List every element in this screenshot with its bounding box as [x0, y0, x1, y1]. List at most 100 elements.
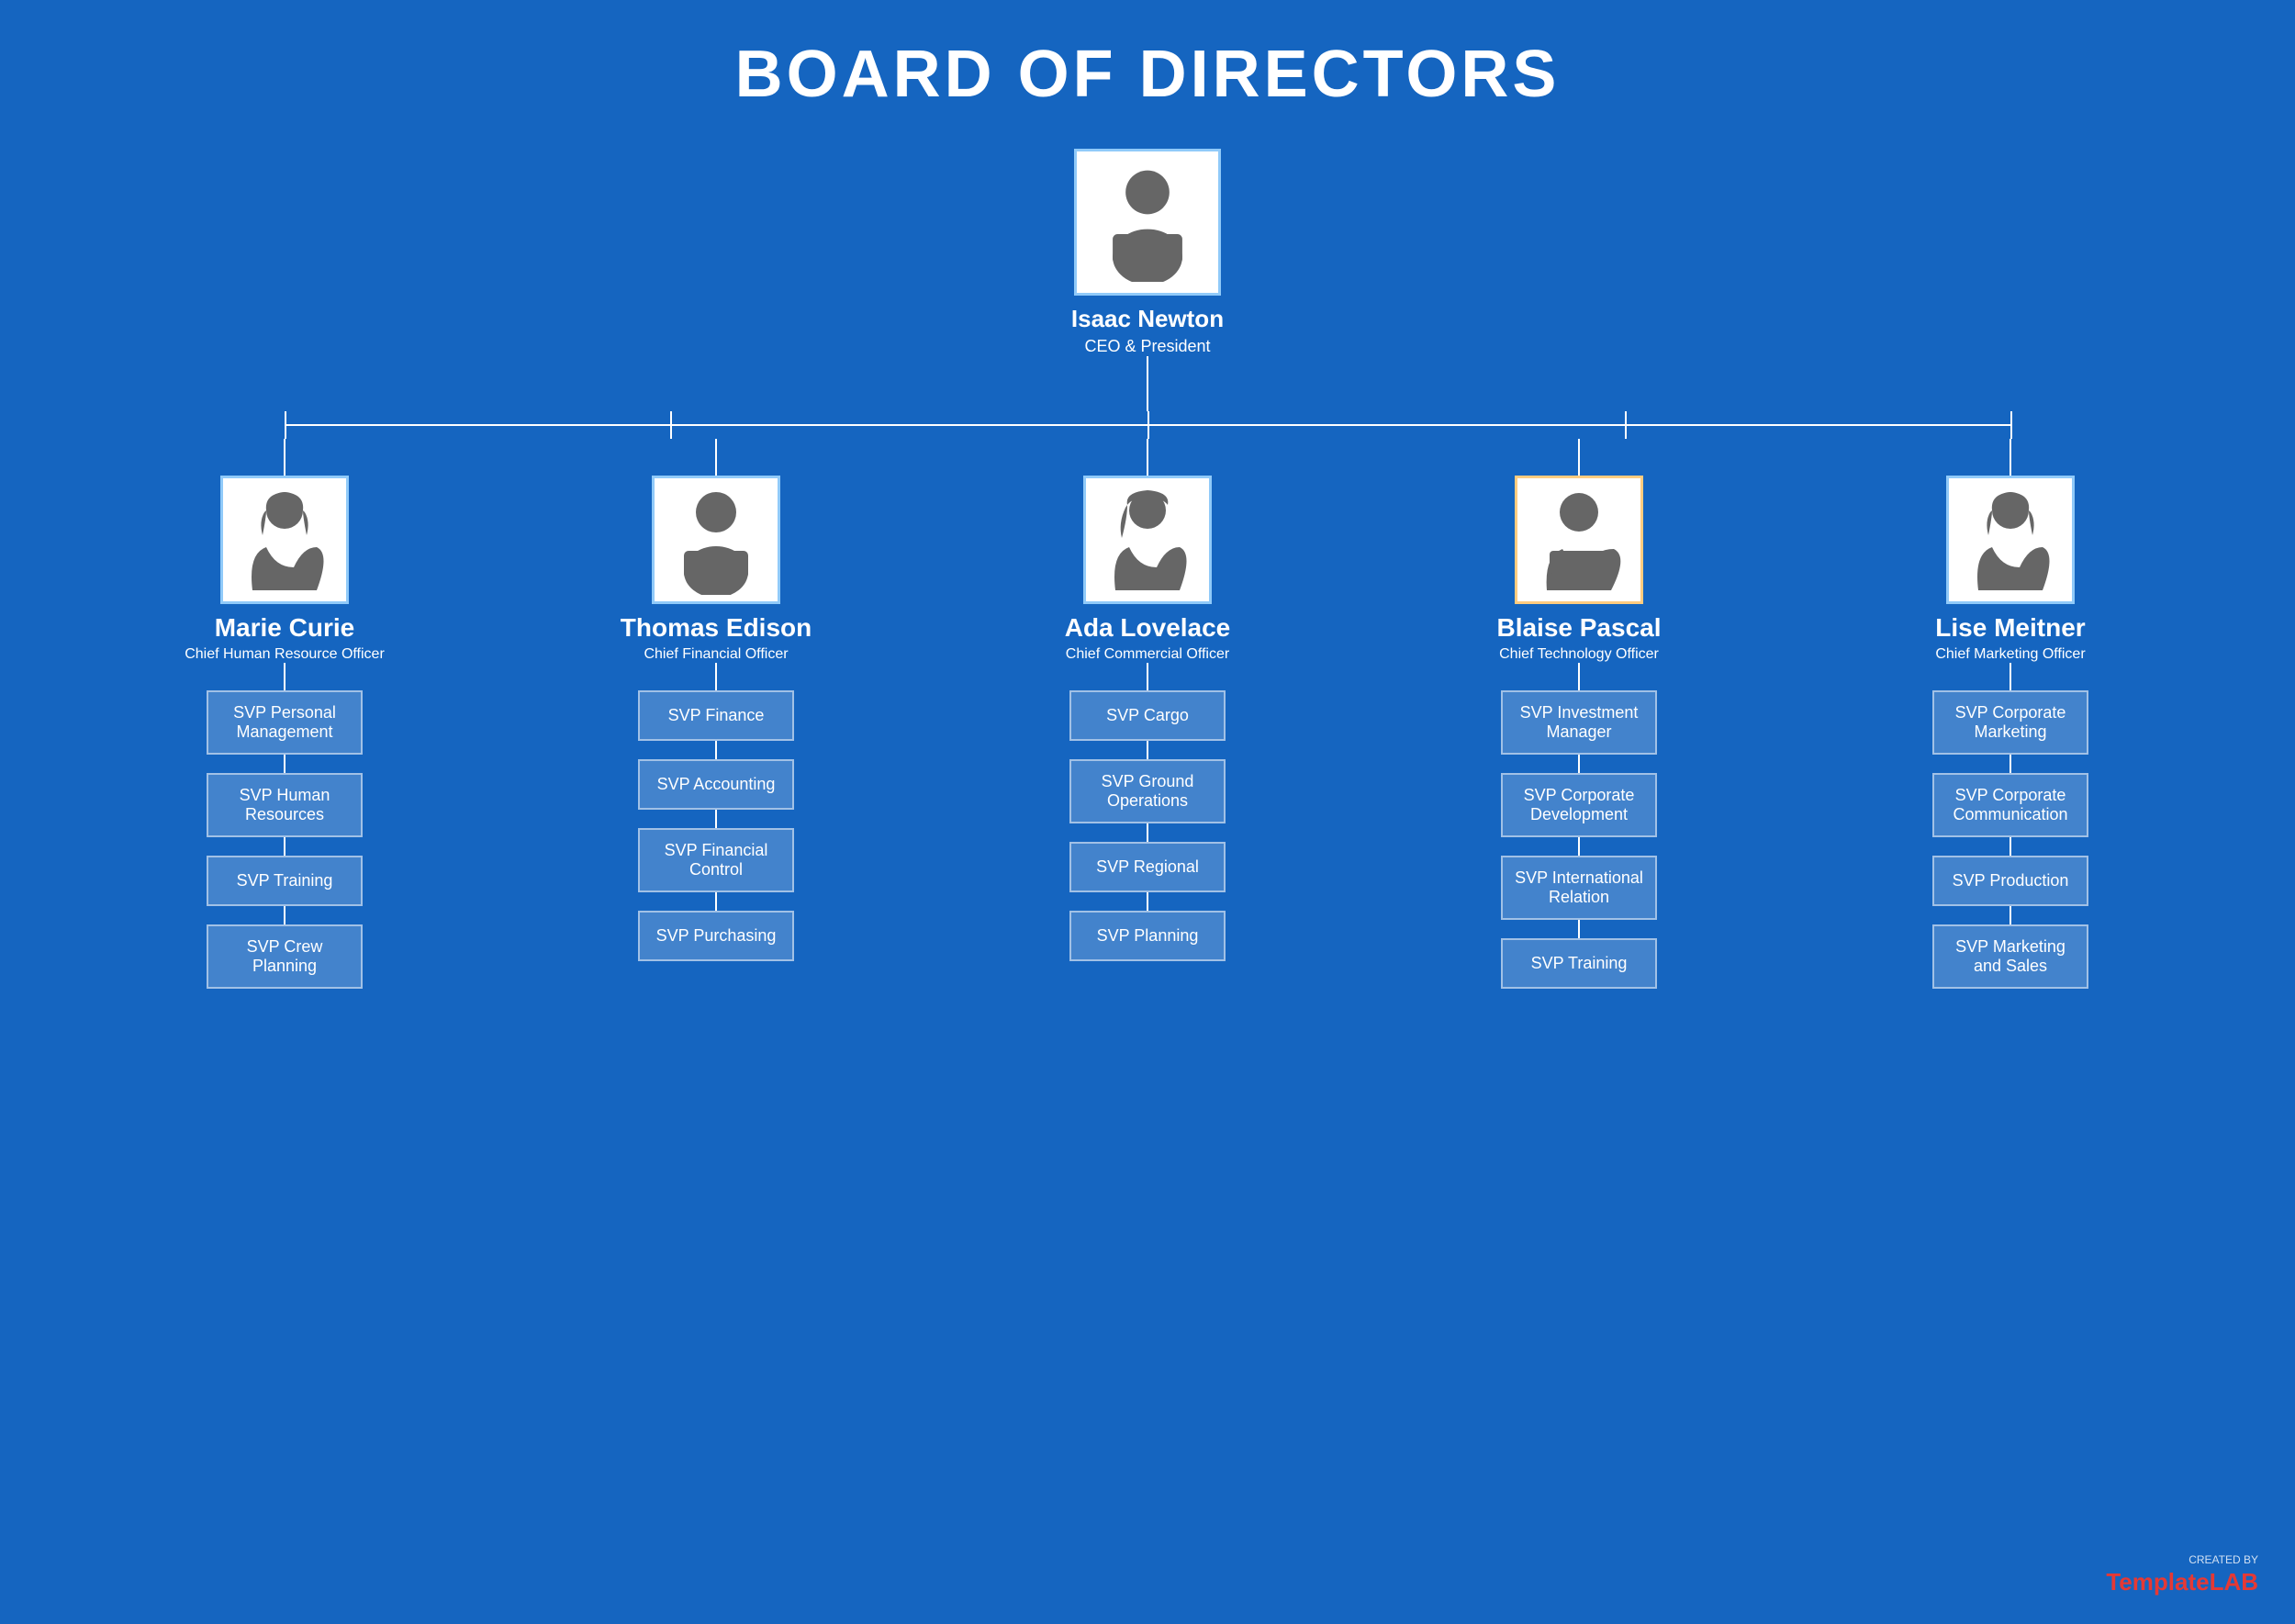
brand-normal: Template [2106, 1568, 2209, 1596]
svp-box: SVP Training [1501, 938, 1657, 989]
svp-box: SVP Finance [638, 690, 794, 741]
svp-item: SVP Personal Management [207, 690, 363, 773]
svp-item: SVP Human Resources [207, 773, 363, 856]
branch-blaise-pascal: Blaise Pascal Chief Technology Officer S… [1386, 439, 1772, 989]
svp-item: SVP International Relation [1501, 856, 1657, 938]
svp-vline [715, 741, 717, 759]
vline-te-2 [715, 663, 717, 690]
vline-mc [284, 439, 285, 476]
svp-item: SVP Corporate Development [1501, 773, 1657, 856]
svp-chain-1: SVP Finance SVP Accounting SVP Financial… [638, 690, 794, 961]
svp-box: SVP Planning [1069, 911, 1226, 961]
vline-lm-2 [2010, 663, 2011, 690]
branch-ada-lovelace: Ada Lovelace Chief Commercial Officer SV… [955, 439, 1340, 961]
director-name-4: Lise Meitner [1935, 613, 2085, 643]
ceo-vline [1147, 356, 1148, 411]
svp-item: SVP Regional [1069, 842, 1226, 911]
svp-box: SVP Human Resources [207, 773, 363, 837]
avatar-lise-meitner [1946, 476, 2075, 604]
svp-item: SVP Production [1932, 856, 2088, 924]
svp-item: SVP Crew Planning [207, 924, 363, 989]
svp-vline [284, 837, 285, 856]
branch-thomas-edison: Thomas Edison Chief Financial Officer SV… [523, 439, 909, 961]
director-name-1: Thomas Edison [621, 613, 812, 643]
vline-mc-2 [284, 663, 285, 690]
vline-bp-2 [1578, 663, 1580, 690]
svp-item: SVP Marketing and Sales [1932, 924, 2088, 989]
director-card-marie-curie: Marie Curie Chief Human Resource Officer [185, 476, 385, 663]
director-card-blaise-pascal: Blaise Pascal Chief Technology Officer [1496, 476, 1661, 663]
svp-item: SVP Accounting [638, 759, 794, 828]
svp-chain-0: SVP Personal Management SVP Human Resour… [207, 690, 363, 989]
tick-5 [2010, 411, 2012, 439]
h-connector [92, 411, 2203, 439]
svp-box: SVP Financial Control [638, 828, 794, 892]
svp-item: SVP Investment Manager [1501, 690, 1657, 773]
svp-item: SVP Training [1501, 938, 1657, 989]
svp-vline [715, 810, 717, 828]
tick-2 [670, 411, 672, 439]
svp-box: SVP Corporate Development [1501, 773, 1657, 837]
page-title: BOARD OF DIRECTORS [735, 37, 1561, 112]
directors-row: Marie Curie Chief Human Resource Officer… [92, 439, 2203, 989]
svp-box: SVP Training [207, 856, 363, 906]
brand-bold: LAB [2210, 1568, 2258, 1596]
svp-box: SVP International Relation [1501, 856, 1657, 920]
tick-1 [285, 411, 286, 439]
tick-3 [1148, 411, 1149, 439]
svp-vline [1578, 920, 1580, 938]
svp-chain-4: SVP Corporate Marketing SVP Corporate Co… [1932, 690, 2088, 989]
tick-4 [1625, 411, 1627, 439]
vline-bp [1578, 439, 1580, 476]
svp-vline [2010, 837, 2011, 856]
svp-vline [2010, 906, 2011, 924]
svp-vline [715, 892, 717, 911]
director-card-lise-meitner: Lise Meitner Chief Marketing Officer [1935, 476, 2085, 663]
director-role-0: Chief Human Resource Officer [185, 646, 385, 663]
svp-vline [284, 755, 285, 773]
svp-item: SVP Ground Operations [1069, 759, 1226, 842]
director-role-4: Chief Marketing Officer [1935, 646, 2085, 663]
avatar-blaise-pascal [1515, 476, 1643, 604]
svp-item: SVP Planning [1069, 911, 1226, 961]
svp-box: SVP Corporate Communication [1932, 773, 2088, 837]
svp-vline [1147, 892, 1148, 911]
ceo-name: Isaac Newton [1071, 305, 1224, 333]
brand-name: TemplateLAB [2106, 1568, 2258, 1596]
svp-item: SVP Corporate Communication [1932, 773, 2088, 856]
avatar-ada-lovelace [1083, 476, 1212, 604]
ceo-card: Isaac Newton CEO & President [1071, 149, 1224, 356]
director-name-0: Marie Curie [215, 613, 355, 643]
svp-vline [2010, 755, 2011, 773]
svp-box: SVP Accounting [638, 759, 794, 810]
svp-box: SVP Purchasing [638, 911, 794, 961]
svp-item: SVP Training [207, 856, 363, 924]
org-chart: BOARD OF DIRECTORS Isaac Newton CEO & Pr… [18, 37, 2277, 989]
svp-chain-3: SVP Investment Manager SVP Corporate Dev… [1501, 690, 1657, 989]
vline-lm [2010, 439, 2011, 476]
svp-box: SVP Production [1932, 856, 2088, 906]
branch-marie-curie: Marie Curie Chief Human Resource Officer… [92, 439, 477, 989]
ceo-container: Isaac Newton CEO & President [1071, 149, 1224, 411]
avatar-thomas-edison [652, 476, 780, 604]
svp-item: SVP Financial Control [638, 828, 794, 911]
svp-vline [284, 906, 285, 924]
director-name-3: Blaise Pascal [1496, 613, 1661, 643]
director-role-2: Chief Commercial Officer [1066, 646, 1229, 663]
svp-box: SVP Corporate Marketing [1932, 690, 2088, 755]
vline-al [1147, 439, 1148, 476]
ceo-role: CEO & President [1084, 337, 1210, 356]
branch-lise-meitner: Lise Meitner Chief Marketing Officer SVP… [1818, 439, 2203, 989]
svp-vline [1147, 741, 1148, 759]
svp-item: SVP Corporate Marketing [1932, 690, 2088, 773]
svp-chain-2: SVP Cargo SVP Ground Operations SVP Regi… [1069, 690, 1226, 961]
svp-vline [1147, 823, 1148, 842]
svp-box: SVP Investment Manager [1501, 690, 1657, 755]
ceo-avatar [1074, 149, 1221, 296]
svp-vline [1578, 755, 1580, 773]
director-card-ada-lovelace: Ada Lovelace Chief Commercial Officer [1065, 476, 1231, 663]
svp-item: SVP Finance [638, 690, 794, 759]
svp-box: SVP Cargo [1069, 690, 1226, 741]
director-card-thomas-edison: Thomas Edison Chief Financial Officer [621, 476, 812, 663]
svp-vline [1578, 837, 1580, 856]
